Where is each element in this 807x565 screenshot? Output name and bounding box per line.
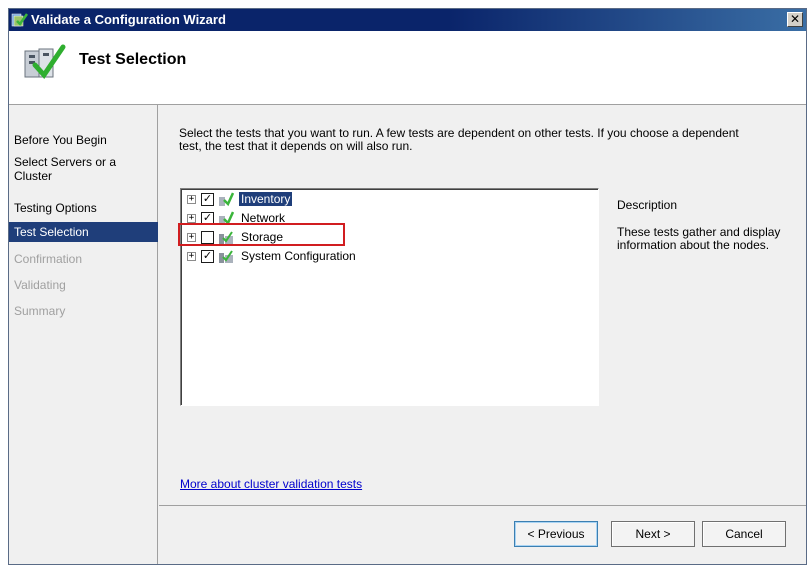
- tree-item-inventory[interactable]: + ✓ Inventory: [187, 191, 587, 209]
- tree-item-label: System Configuration: [241, 249, 356, 263]
- expand-icon[interactable]: +: [187, 214, 196, 223]
- step-testing-options: Testing Options: [14, 201, 97, 215]
- step-summary: Summary: [14, 304, 66, 318]
- description-heading: Description: [617, 198, 678, 212]
- instructions-text: Select the tests that you want to run. A…: [179, 126, 739, 153]
- system-configuration-checkbox[interactable]: ✓: [201, 250, 214, 263]
- close-icon[interactable]: ✕: [787, 12, 803, 27]
- step-select-servers: Select Servers or a Cluster: [14, 155, 117, 183]
- page-title: Test Selection: [79, 51, 187, 68]
- title-bar[interactable]: Validate a Configuration Wizard ✕: [9, 9, 806, 31]
- wizard-checkmark-icon: [21, 43, 67, 85]
- step-test-selection: Test Selection: [9, 222, 158, 242]
- page-header: Test Selection: [9, 31, 806, 105]
- tests-tree[interactable]: + ✓ Inventory + ✓ Network + Storage + ✓ …: [180, 188, 599, 406]
- inventory-tests-icon: [218, 192, 235, 208]
- more-about-tests-link[interactable]: More about cluster validation tests: [180, 477, 362, 491]
- step-confirmation: Confirmation: [14, 252, 83, 266]
- wizard-app-icon: [11, 11, 29, 29]
- wizard-window: Validate a Configuration Wizard ✕ Test S…: [8, 8, 807, 565]
- description-text: These tests gather and display informati…: [617, 225, 781, 252]
- tree-item-label: Inventory: [239, 192, 293, 206]
- step-validating: Validating: [14, 278, 66, 292]
- inventory-checkbox[interactable]: ✓: [201, 193, 214, 206]
- expand-icon[interactable]: +: [187, 252, 196, 261]
- main-content: Select the tests that you want to run. A…: [159, 105, 806, 505]
- cancel-button[interactable]: Cancel: [702, 521, 786, 547]
- button-bar: < Previous Next > Cancel: [159, 505, 806, 564]
- tree-item-system-configuration[interactable]: + ✓ System Configuration: [187, 248, 587, 266]
- next-button[interactable]: Next >: [611, 521, 695, 547]
- previous-button[interactable]: < Previous: [514, 521, 598, 547]
- window-title: Validate a Configuration Wizard: [31, 12, 226, 27]
- expand-icon[interactable]: +: [187, 195, 196, 204]
- wizard-steps: Before You Begin Select Servers or a Clu…: [9, 105, 158, 564]
- step-before-you-begin: Before You Begin: [14, 133, 107, 147]
- storage-highlight-box: [178, 223, 345, 246]
- system-configuration-tests-icon: [218, 249, 234, 265]
